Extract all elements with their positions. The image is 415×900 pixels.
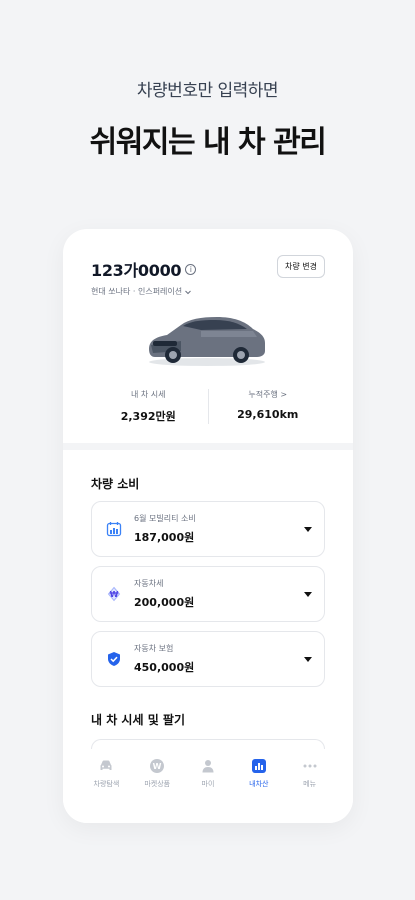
promo-title: 쉬워지는 내 차 관리 xyxy=(89,125,327,160)
expense-label: 자동차 보험 xyxy=(134,644,174,653)
stat-value: 29,610km xyxy=(237,408,299,421)
car-image xyxy=(149,317,265,366)
stat-label: 누적주행 > xyxy=(248,390,288,399)
tax-icon: ₩ xyxy=(104,584,124,604)
tab-label: 마켓상품 xyxy=(144,780,171,788)
person-icon xyxy=(199,757,217,775)
tab-my-car[interactable]: 내차산 xyxy=(233,749,284,823)
tab-menu[interactable]: 메뉴 xyxy=(284,749,335,823)
tab-label: 차량탐색 xyxy=(93,780,120,788)
info-icon[interactable]: i xyxy=(185,263,197,275)
svg-text:₩: ₩ xyxy=(110,590,119,599)
expense-card-insurance[interactable]: 자동차 보험 450,000원 xyxy=(91,631,325,687)
stat-value: 2,392만원 xyxy=(120,410,176,423)
caret-down-icon xyxy=(304,656,312,662)
car-model-label: 현대 쏘나타 · 인스퍼레이션 xyxy=(91,287,183,296)
caret-down-icon xyxy=(304,591,312,597)
plate-number: 123가0000 xyxy=(91,261,182,280)
car-stats: 내 차 시세 2,392만원 누적주행 > 29,610km xyxy=(91,389,325,424)
phone-screen: 123가0000 i 현대 쏘나타 · 인스퍼레이션 차량 변경 내 차 시세 … xyxy=(63,229,353,823)
tab-my[interactable]: 마이 xyxy=(183,749,234,823)
calendar-chart-icon xyxy=(104,519,124,539)
tab-label: 내차산 xyxy=(249,780,269,788)
promo-headline: 차량번호만 입력하면 쉬워지는 내 차 관리 xyxy=(0,76,415,161)
section-separator xyxy=(63,443,353,450)
w-coin-icon: W xyxy=(148,757,166,775)
caret-down-icon xyxy=(304,526,312,532)
market-title: 내 차 시세 및 팔기 xyxy=(91,713,185,727)
stat-mileage[interactable]: 누적주행 > 29,610km xyxy=(211,389,326,424)
promo-subtitle: 차량번호만 입력하면 xyxy=(136,81,279,101)
bar-chart-icon xyxy=(250,757,268,775)
consumption-title: 차량 소비 xyxy=(91,477,140,491)
stat-label: 내 차 시세 xyxy=(130,390,166,399)
car-icon xyxy=(97,757,115,775)
chevron-down-icon xyxy=(185,290,191,294)
tab-label: 마이 xyxy=(201,780,215,788)
more-dots-icon xyxy=(301,757,319,775)
shield-check-icon xyxy=(104,649,124,669)
tab-market[interactable]: W 마켓상품 xyxy=(132,749,183,823)
svg-text:W: W xyxy=(153,762,162,771)
expense-card-car-tax[interactable]: ₩ 자동차세 200,000원 xyxy=(91,566,325,622)
expense-value: 187,000원 xyxy=(134,531,195,544)
stats-divider xyxy=(207,389,209,424)
expense-value: 200,000원 xyxy=(134,596,195,609)
expense-label: 자동차세 xyxy=(134,579,164,588)
tab-label: 메뉴 xyxy=(303,780,317,788)
change-car-button[interactable]: 차량 변경 xyxy=(277,255,325,278)
tab-car-explore[interactable]: 차량탐색 xyxy=(81,749,132,823)
bottom-tab-bar: 차량탐색 W 마켓상품 마이 내차산 메뉴 xyxy=(63,749,353,823)
car-model[interactable]: 현대 쏘나타 · 인스퍼레이션 xyxy=(91,286,325,297)
expense-label: 6월 모빌리티 소비 xyxy=(134,514,196,523)
car-header: 123가0000 i 현대 쏘나타 · 인스퍼레이션 차량 변경 xyxy=(91,255,325,297)
expense-value: 450,000원 xyxy=(134,661,195,674)
stat-market-price[interactable]: 내 차 시세 2,392만원 xyxy=(91,389,206,424)
expense-card-mobility[interactable]: 6월 모빌리티 소비 187,000원 xyxy=(91,501,325,557)
